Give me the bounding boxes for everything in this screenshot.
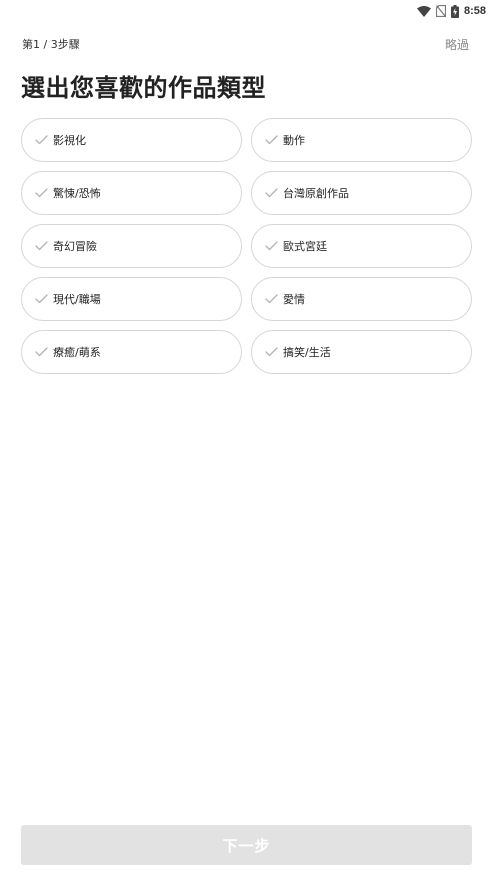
genre-label: 愛情	[283, 293, 305, 306]
battery-charging-icon	[450, 4, 459, 18]
checkmark-icon	[34, 345, 48, 359]
step-row: 第1 / 3步驟 略過	[22, 36, 469, 52]
genre-chip[interactable]: 動作	[251, 118, 472, 162]
genre-chip[interactable]: 療癒/萌系	[21, 330, 242, 374]
step-indicator: 第1 / 3步驟	[22, 38, 80, 51]
genre-label: 台灣原創作品	[283, 187, 349, 200]
genre-label: 現代/職場	[53, 293, 101, 306]
genre-chip[interactable]: 影視化	[21, 118, 242, 162]
genre-chip[interactable]: 奇幻冒險	[21, 224, 242, 268]
checkmark-icon	[264, 239, 278, 253]
genre-chip[interactable]: 台灣原創作品	[251, 171, 472, 215]
genre-label: 動作	[283, 134, 305, 147]
skip-button[interactable]: 略過	[445, 36, 469, 53]
genre-label: 療癒/萌系	[53, 346, 101, 359]
checkmark-icon	[264, 292, 278, 306]
checkmark-icon	[264, 345, 278, 359]
checkmark-icon	[34, 133, 48, 147]
genre-grid: 影視化 動作驚悚/恐怖 台灣原創作品奇幻冒險 歐式宮廷現代/職場 愛情療癒/萌系 搞笑/生…	[21, 118, 472, 374]
status-bar: 8:58	[0, 0, 493, 22]
page-title: 選出您喜歡的作品類型	[21, 74, 266, 102]
genre-chip[interactable]: 驚悚/恐怖	[21, 171, 242, 215]
wifi-icon	[416, 5, 431, 17]
checkmark-icon	[264, 186, 278, 200]
genre-label: 驚悚/恐怖	[53, 187, 101, 200]
genre-label: 奇幻冒險	[53, 240, 97, 253]
genre-chip[interactable]: 搞笑/生活	[251, 330, 472, 374]
genre-label: 歐式宮廷	[283, 240, 327, 253]
genre-label: 影視化	[53, 134, 86, 147]
genre-chip[interactable]: 愛情	[251, 277, 472, 321]
checkmark-icon	[264, 133, 278, 147]
status-time: 8:58	[463, 5, 486, 17]
checkmark-icon	[34, 186, 48, 200]
next-button[interactable]: 下一步	[21, 825, 472, 865]
genre-chip[interactable]: 現代/職場	[21, 277, 242, 321]
genre-label: 搞笑/生活	[283, 346, 331, 359]
checkmark-icon	[34, 239, 48, 253]
no-sim-icon	[435, 5, 446, 17]
genre-chip[interactable]: 歐式宮廷	[251, 224, 472, 268]
genre-selection-screen: 8:58 第1 / 3步驟 略過 選出您喜歡的作品類型 影視化 動作驚悚/恐怖 台灣…	[0, 0, 493, 878]
checkmark-icon	[34, 292, 48, 306]
